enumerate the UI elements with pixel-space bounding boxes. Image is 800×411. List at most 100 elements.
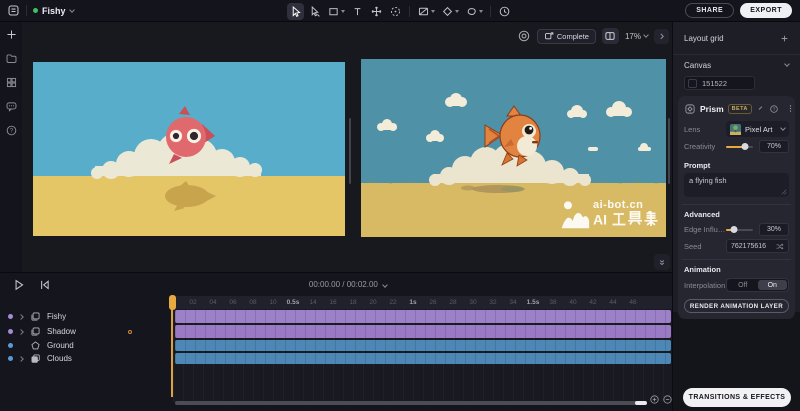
chevron-down-icon[interactable] [759,106,763,110]
time-display[interactable]: 00:00.00 / 00:02.00 [12,280,684,289]
comments-icon[interactable] [4,99,18,113]
collapse-icon [657,257,667,267]
layer-row-fishy[interactable]: Fishy [0,310,173,323]
expand-chevron-icon[interactable] [18,356,24,362]
canvas-frame-render[interactable]: ai-bot.cn AI [361,59,666,237]
interpolation-on-button[interactable]: On [758,280,788,290]
project-menu[interactable]: Fishy [33,6,74,16]
files-icon[interactable] [4,51,18,65]
layer-name: Clouds [47,354,72,363]
shuffle-icon[interactable] [775,242,784,251]
prism-panel: Prism BETA ? Lens Pixel Art [678,96,795,319]
lasso-tool[interactable] [463,3,485,20]
canvas-color-value: 151522 [702,79,727,88]
canvas-area[interactable]: ai-bot.cn AI Complete [22,22,672,272]
timeline-ruler[interactable]: 02040608100.5s14161820221s26283032341.5s… [173,296,672,309]
text-tool[interactable] [349,3,366,20]
layout-grid-label: Layout grid [684,34,724,43]
edge-influence-value[interactable]: 30% [759,223,789,236]
render-animation-layer-button[interactable]: RENDER ANIMATION LAYER [684,299,789,313]
resize-handle-icon[interactable] [781,189,787,195]
prompt-textarea[interactable]: a flying fish [684,173,789,197]
add-layout-grid-button[interactable] [780,34,789,43]
split-view-icon [604,30,616,42]
split-view-button[interactable] [602,28,619,44]
advanced-label: Advanced [684,210,789,219]
ruler-label: 1.5s [527,299,540,306]
layer-name: Shadow [47,327,76,336]
edge-influence-slider[interactable] [726,229,753,231]
transitions-effects-button[interactable]: TRANSITIONS & EFFECTS [683,388,791,407]
timeline-scrollbar-handle[interactable] [635,401,647,405]
interpolation-off-button[interactable]: Off [728,280,758,290]
history-tool[interactable] [496,3,513,20]
expand-chevron-icon[interactable] [18,314,24,320]
svg-text:AI: AI [593,212,607,228]
move-tool[interactable] [368,3,385,20]
keyframe-dot[interactable] [128,330,132,334]
help-icon[interactable]: ? [769,104,779,114]
add-icon[interactable] [4,27,18,41]
complete-label: Complete [557,32,589,41]
kebab-menu-icon[interactable] [786,104,795,113]
canvas-section-label: Canvas [684,61,711,70]
time-total: 00:02.00 [347,280,378,289]
layer-name: Ground [47,341,74,350]
ruler-label: 40 [569,299,576,306]
layer-row-shadow[interactable]: Shadow [0,325,173,338]
canvas-frame-source[interactable] [33,62,345,236]
app-logo-icon[interactable] [7,4,20,17]
share-button[interactable]: SHARE [685,3,734,18]
ruler-label: 34 [509,299,516,306]
help-icon[interactable]: ? [4,123,18,137]
divider [26,5,27,16]
track-bar-fishy[interactable] [175,310,671,323]
frames-icon[interactable] [4,75,18,89]
transform-tool[interactable] [387,3,404,20]
layer-color-dot [8,343,13,348]
canvas-color-input[interactable]: 151522 [684,76,755,90]
pane-resize-handle[interactable] [349,118,351,184]
track-bar-shadow[interactable] [175,325,671,338]
prompt-value: a flying fish [689,176,727,185]
select-tool[interactable] [287,3,304,20]
timeline-grid[interactable] [173,309,672,402]
layer-row-ground[interactable]: Ground [0,340,173,351]
layer-color-dot [8,329,13,334]
shape-tool[interactable] [325,3,347,20]
ruler-label: 14 [309,299,316,306]
dropdown-caret[interactable] [479,10,483,13]
export-button[interactable]: EXPORT [740,3,792,18]
complete-button[interactable]: Complete [537,29,596,44]
direct-select-tool[interactable] [306,3,323,20]
dropdown-caret[interactable] [431,10,435,13]
mask-tool[interactable] [415,3,437,20]
zoom-in-icon[interactable] [649,394,660,405]
layer-row-clouds[interactable]: Clouds [0,353,173,364]
timeline-tracks-area: 02040608100.5s14161820221s26283032341.5s… [173,296,672,402]
zoom-out-icon[interactable] [662,394,673,405]
timeline-scrollbar[interactable] [175,401,645,405]
seed-input[interactable]: 762175616 [726,239,789,253]
seed-value: 762175616 [731,243,766,250]
collapse-button[interactable] [654,254,670,270]
chevron-down-icon[interactable] [784,61,790,67]
chevron-down-icon [69,7,75,13]
dropdown-caret[interactable] [455,10,459,13]
track-bar-ground[interactable] [175,340,671,351]
creativity-value[interactable]: 70% [759,140,789,153]
creativity-slider[interactable] [726,146,753,148]
pane-resize-handle[interactable] [668,118,670,184]
playhead-handle[interactable] [169,295,176,310]
color-swatch[interactable] [688,79,697,88]
record-icon[interactable] [517,29,531,43]
dropdown-caret[interactable] [341,10,345,13]
expand-chevron-icon[interactable] [18,329,24,335]
next-frame-button[interactable] [654,29,669,44]
lens-dropdown[interactable]: Pixel Art [726,121,789,137]
zoom-level-dropdown[interactable]: 17% [625,32,648,41]
divider [682,259,791,260]
track-bar-clouds[interactable] [175,353,671,364]
diamond-tool[interactable] [439,3,461,20]
beta-badge: BETA [728,104,752,114]
